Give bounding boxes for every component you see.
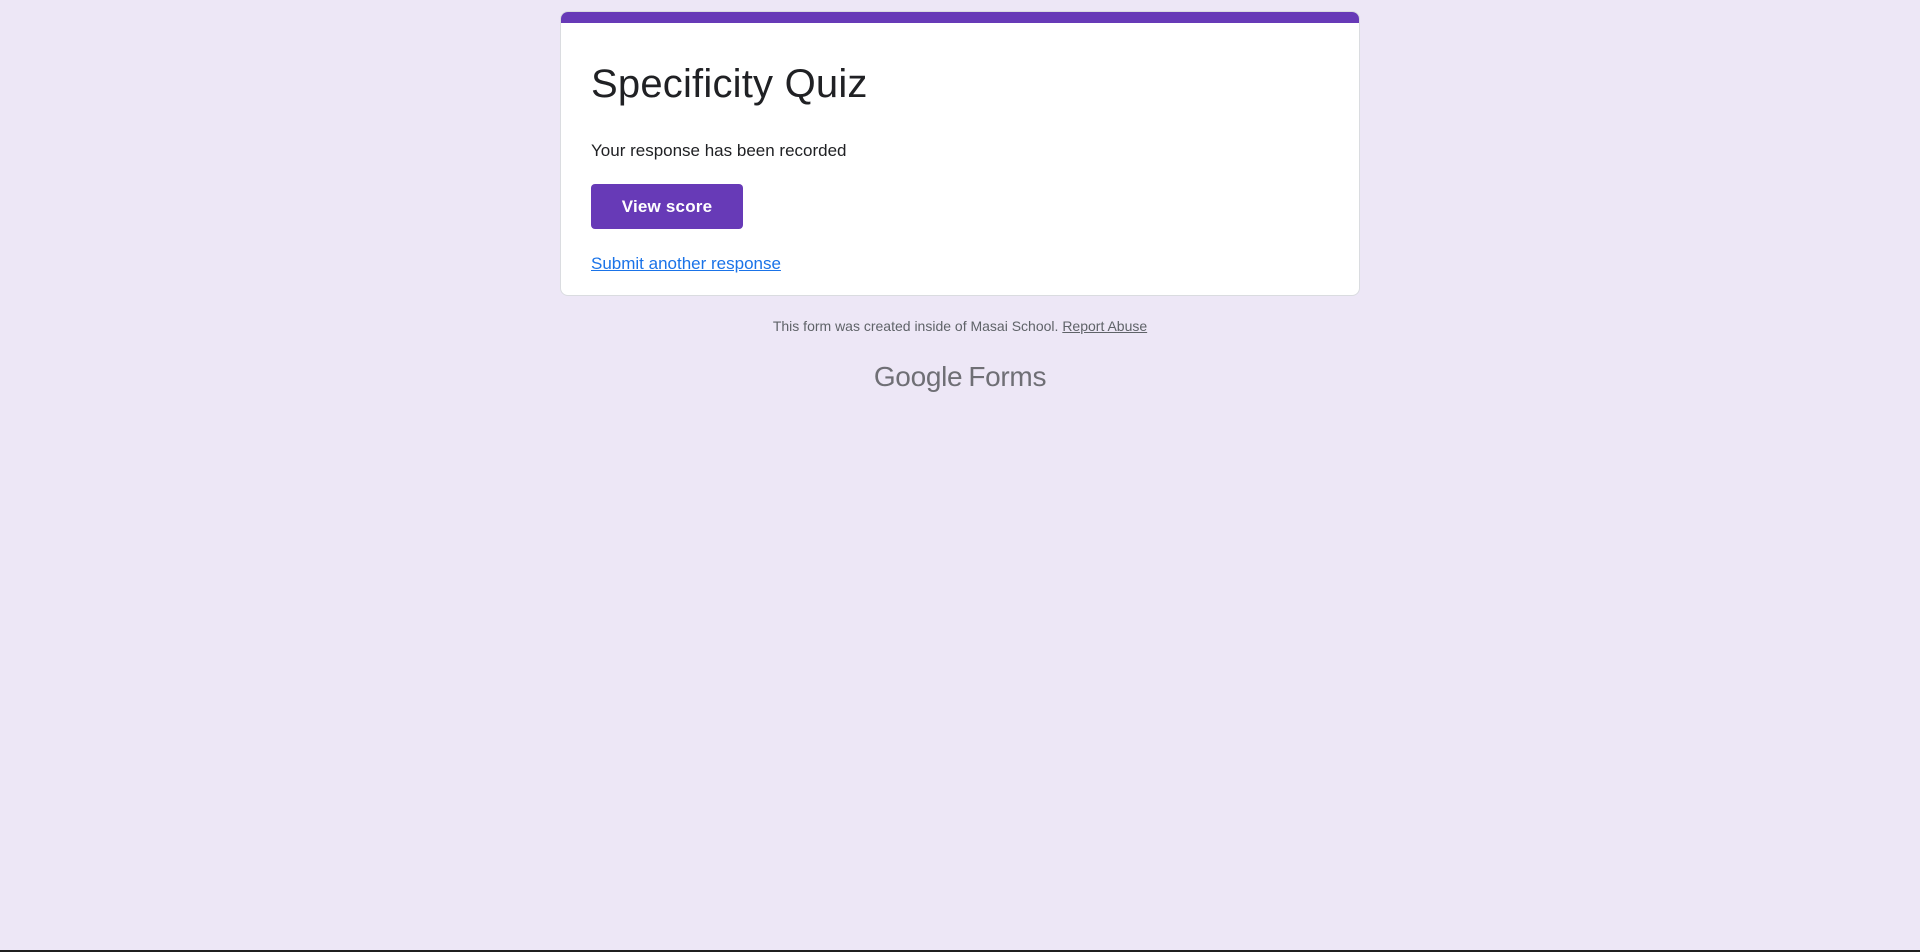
confirmation-message: Your response has been recorded: [591, 141, 847, 160]
brand-google-text: Google: [873, 361, 963, 392]
report-abuse-link[interactable]: Report Abuse: [1062, 318, 1147, 334]
footer-note: This form was created inside of Masai Sc…: [560, 316, 1360, 336]
confirmation-card: Specificity Quiz Your response has been …: [560, 11, 1360, 296]
submit-another-response-link[interactable]: Submit another response: [591, 253, 781, 275]
brand-product-text: Forms: [968, 361, 1047, 392]
google-forms-logo[interactable]: Google Forms: [560, 359, 1360, 395]
form-title: Specificity Quiz: [591, 62, 868, 106]
view-score-button[interactable]: View score: [591, 184, 743, 229]
card-accent-bar: [561, 12, 1359, 23]
footer-note-text: This form was created inside of Masai Sc…: [772, 318, 1059, 334]
